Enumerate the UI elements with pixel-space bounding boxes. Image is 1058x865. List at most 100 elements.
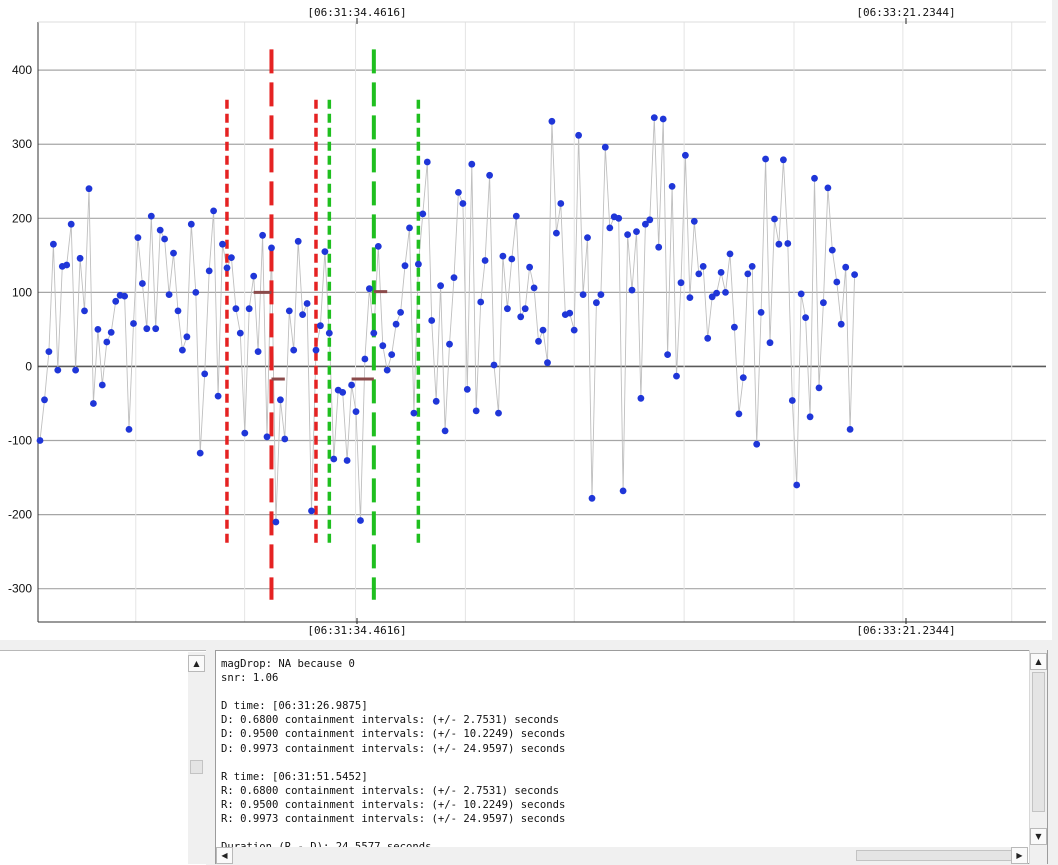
data-point — [726, 250, 734, 258]
results-text-panel[interactable]: magDrop: NA because 0 snr: 1.06 D time: … — [215, 650, 1048, 864]
data-point — [121, 292, 128, 300]
log-line: R: 0.6800 containment intervals: (+/- 2.… — [221, 784, 560, 797]
data-point — [504, 305, 511, 313]
data-point — [463, 386, 471, 393]
data-point — [655, 243, 663, 251]
data-point — [366, 285, 373, 293]
data-point — [219, 240, 226, 248]
data-point — [85, 185, 93, 193]
data-point — [165, 291, 173, 298]
data-point — [535, 337, 542, 345]
y-tick-label: -100 — [8, 434, 32, 448]
y-tick-label: 0 — [25, 359, 32, 373]
data-point — [806, 413, 814, 421]
left-list-panel[interactable] — [0, 650, 206, 865]
data-point — [272, 518, 280, 526]
log-line: D: 0.9973 containment intervals: (+/- 24… — [221, 742, 566, 755]
data-point — [325, 329, 333, 337]
scroll-left-icon[interactable]: ◀ — [216, 847, 233, 864]
data-point — [312, 346, 320, 354]
data-point — [646, 216, 654, 224]
data-point — [183, 333, 191, 341]
data-point — [486, 171, 493, 179]
data-point — [379, 342, 387, 350]
log-line: D time: [06:31:26.9875] — [221, 700, 368, 713]
data-point — [615, 214, 623, 222]
y-tick-label: 100 — [12, 285, 32, 299]
data-point — [686, 294, 694, 301]
data-point — [45, 348, 53, 355]
top-time-label: [06:31:34.4616] — [307, 6, 406, 19]
data-point — [223, 264, 231, 272]
left-scroll-thumb[interactable] — [190, 760, 203, 774]
data-point — [388, 351, 396, 358]
data-point — [455, 189, 462, 196]
data-point — [851, 271, 858, 278]
data-point — [281, 435, 289, 443]
data-point — [432, 397, 440, 405]
data-point — [521, 305, 529, 313]
data-point — [192, 289, 200, 296]
data-point — [837, 320, 845, 328]
data-point — [601, 143, 609, 151]
data-point — [263, 433, 271, 441]
log-line: magDrop: NA because 0 — [221, 658, 355, 670]
data-point — [134, 234, 142, 242]
data-point — [299, 311, 306, 318]
data-point — [228, 254, 235, 261]
data-point — [775, 240, 783, 248]
results-hscroll-thumb[interactable] — [856, 850, 1016, 861]
data-point — [54, 366, 62, 374]
data-point — [784, 240, 792, 247]
data-point — [802, 314, 809, 321]
series-polyline — [39, 117, 856, 523]
y-tick-label: -200 — [8, 508, 32, 522]
data-point — [459, 200, 467, 207]
data-point — [428, 317, 436, 324]
data-point — [704, 334, 712, 342]
data-point — [152, 325, 160, 333]
log-line: R: 0.9973 containment intervals: (+/- 24… — [221, 813, 566, 826]
data-point — [771, 215, 778, 223]
data-point — [352, 408, 360, 415]
scroll-up-icon[interactable]: ▲ — [1030, 653, 1047, 670]
data-point — [321, 248, 329, 256]
light-curve-plot[interactable]: 400 300 200 100 0 -100 -200 -300 [06:31:34.4616… — [0, 0, 1052, 640]
data-point — [201, 370, 209, 378]
data-point — [205, 267, 213, 275]
data-point — [196, 449, 204, 457]
data-point — [397, 309, 404, 316]
scroll-right-icon[interactable]: ▶ — [1011, 847, 1028, 864]
data-point — [579, 291, 587, 298]
results-vertical-scrollbar[interactable]: ▲ ▼ — [1029, 650, 1047, 864]
scroll-up-icon[interactable]: ▲ — [188, 655, 205, 672]
data-point — [107, 329, 115, 336]
log-line: snr: 1.06 — [221, 672, 279, 685]
data-point — [446, 340, 453, 348]
results-scroll-thumb[interactable] — [1032, 672, 1045, 812]
scroll-down-icon[interactable]: ▼ — [1030, 828, 1047, 845]
data-point — [748, 263, 756, 270]
log-line: D: 0.9500 containment intervals: (+/- 10… — [221, 728, 566, 741]
data-point — [156, 226, 164, 234]
data-point — [303, 300, 311, 307]
data-point — [317, 322, 324, 330]
data-point — [437, 282, 444, 290]
data-point — [499, 252, 507, 260]
data-point — [793, 481, 801, 489]
data-point — [357, 517, 364, 524]
data-point — [125, 426, 133, 433]
data-point — [210, 207, 218, 215]
data-point — [517, 313, 525, 321]
data-point — [731, 323, 738, 331]
data-point — [753, 440, 761, 448]
left-panel-scrollbar[interactable]: ▲ — [188, 652, 206, 864]
results-horizontal-scrollbar[interactable]: ◀ ▶ — [216, 847, 1028, 864]
data-point — [392, 320, 400, 328]
data-point — [824, 184, 832, 192]
data-point — [374, 243, 382, 250]
results-log: magDrop: NA because 0 snr: 1.06 D time: … — [221, 657, 565, 854]
data-point — [815, 384, 823, 392]
data-point — [780, 156, 787, 164]
data-point — [94, 326, 102, 333]
